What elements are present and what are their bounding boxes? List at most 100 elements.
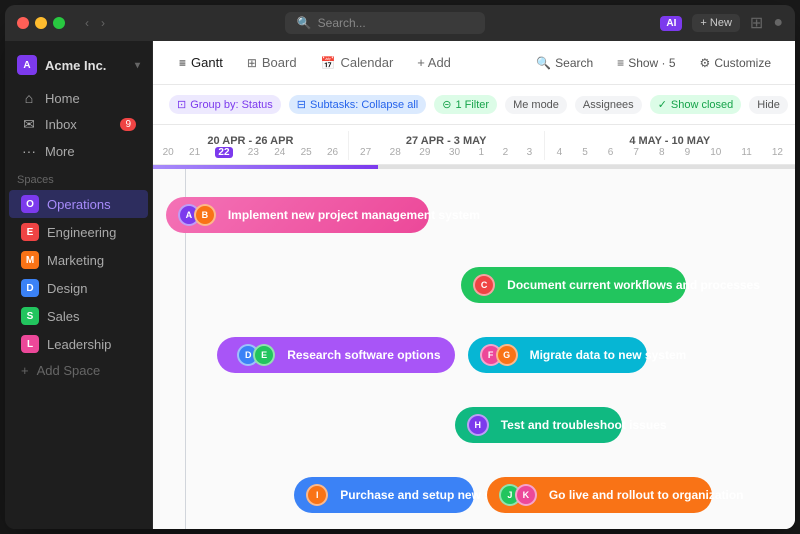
avatar: E [253, 344, 275, 366]
space-label: Design [47, 281, 87, 296]
show-closed-chip[interactable]: ✓ Show closed [650, 95, 742, 114]
gantt-bar-6[interactable]: I Purchase and setup new software [294, 477, 474, 513]
group-by-label: Group by: Status [190, 99, 273, 111]
tab-gantt-label: Gantt [191, 55, 223, 70]
filter-bar: ⊡ Group by: Status ⊟ Subtasks: Collapse … [153, 85, 795, 125]
search-icon: 🔍 [297, 16, 312, 30]
avatar: H [467, 414, 489, 436]
search-button[interactable]: 🔍 Search [528, 52, 601, 74]
subtasks-chip[interactable]: ⊟ Subtasks: Collapse all [289, 95, 426, 114]
bar-avatars: H [467, 414, 489, 436]
nav-arrows: ‹ › [81, 14, 109, 32]
tab-calendar-label: Calendar [341, 55, 394, 70]
customize-label: Customize [714, 56, 771, 70]
grid-icon[interactable]: ⊞ [750, 13, 763, 33]
sidebar-item-marketing[interactable]: M Marketing [9, 246, 148, 274]
gantt-bar-1[interactable]: A B Implement new project management sys… [166, 197, 429, 233]
tab-board-label: Board [262, 55, 297, 70]
bar-avatars: A B [178, 204, 216, 226]
space-label: Marketing [47, 253, 104, 268]
minimize-button[interactable] [35, 17, 47, 29]
tab-add[interactable]: + Add [407, 50, 461, 75]
titlebar-search-box[interactable]: 🔍 Search... [285, 12, 485, 34]
user-icon[interactable]: ● [773, 14, 783, 32]
bar-label: Migrate data to new system [530, 348, 687, 362]
group-by-chip[interactable]: ⊡ Group by: Status [169, 95, 281, 114]
day-num: 8 [659, 147, 665, 158]
filter-chip[interactable]: ⊝ 1 Filter [434, 95, 497, 114]
maximize-button[interactable] [53, 17, 65, 29]
app-body: A Acme Inc. ▾ ⌂ Home ✉ Inbox 9 ··· More … [5, 41, 795, 529]
new-button[interactable]: + New [692, 14, 740, 32]
gantt-bar-4[interactable]: F G Migrate data to new system [468, 337, 648, 373]
sidebar-item-design[interactable]: D Design [9, 274, 148, 302]
me-mode-label: Me mode [513, 99, 559, 111]
avatar: B [194, 204, 216, 226]
titlebar-search-label: Search... [318, 16, 366, 30]
hide-chip[interactable]: Hide [749, 96, 788, 114]
show-label: Show · 5 [628, 56, 675, 70]
more-icon: ··· [21, 143, 37, 159]
day-num: 27 [360, 147, 371, 158]
bar-avatars: I [306, 484, 328, 506]
board-icon: ⊞ [247, 56, 257, 70]
logo-icon: A [17, 55, 37, 75]
back-button[interactable]: ‹ [81, 14, 93, 32]
space-dot-design: D [21, 279, 39, 297]
sidebar-logo[interactable]: A Acme Inc. ▾ [5, 49, 152, 85]
add-space-label: Add Space [37, 363, 101, 378]
titlebar-right: AI + New ⊞ ● [660, 13, 783, 33]
toolbar-right: 🔍 Search ≡ Show · 5 ⚙ Customize [528, 52, 779, 74]
day-num: 6 [608, 147, 614, 158]
day-num: 21 [189, 147, 200, 158]
customize-button[interactable]: ⚙ Customize [692, 52, 779, 74]
gantt-canvas: A B Implement new project management sys… [153, 169, 795, 529]
calendar-icon: 📅 [321, 56, 336, 70]
gantt-bar-3[interactable]: D E Research software options [217, 337, 455, 373]
tab-gantt[interactable]: ≡ Gantt [169, 50, 233, 75]
day-num: 2 [503, 147, 509, 158]
sidebar: A Acme Inc. ▾ ⌂ Home ✉ Inbox 9 ··· More … [5, 41, 153, 529]
day-num: 23 [248, 147, 259, 158]
space-label: Sales [47, 309, 80, 324]
sidebar-item-sales[interactable]: S Sales [9, 302, 148, 330]
date-group-3-label: 4 MAY - 10 MAY [545, 135, 795, 147]
sidebar-item-leadership[interactable]: L Leadership [9, 330, 148, 358]
sidebar-item-label: Inbox [45, 117, 77, 132]
assignees-label: Assignees [583, 99, 634, 111]
plus-icon: + [21, 363, 29, 378]
gantt-date-header: 20 APR - 26 APR 20 21 22 23 24 25 26 [153, 125, 795, 165]
gantt-bar-7[interactable]: J K Go live and rollout to organization [487, 477, 712, 513]
sidebar-item-operations[interactable]: O Operations [9, 190, 148, 218]
forward-button[interactable]: › [97, 14, 109, 32]
filter-label: 1 Filter [455, 99, 489, 111]
app-window: ‹ › 🔍 Search... AI + New ⊞ ● A Acme Inc.… [5, 5, 795, 529]
space-dot-operations: O [21, 195, 39, 213]
space-dot-engineering: E [21, 223, 39, 241]
company-name: Acme Inc. [45, 58, 106, 73]
assignees-chip[interactable]: Assignees [575, 96, 642, 114]
day-num: 11 [741, 147, 751, 158]
sidebar-item-home[interactable]: ⌂ Home [9, 85, 148, 111]
tab-board[interactable]: ⊞ Board [237, 50, 307, 75]
tab-calendar[interactable]: 📅 Calendar [311, 50, 404, 75]
close-button[interactable] [17, 17, 29, 29]
ai-badge: AI [660, 16, 682, 31]
gantt-bar-2[interactable]: C Document current workflows and process… [461, 267, 686, 303]
gantt-bar-5[interactable]: H Test and troubleshoot issues [455, 407, 622, 443]
avatar: C [473, 274, 495, 296]
sidebar-item-engineering[interactable]: E Engineering [9, 218, 148, 246]
avatar: I [306, 484, 328, 506]
subtasks-label: Subtasks: Collapse all [310, 99, 418, 111]
today-marker: 22 [215, 147, 232, 158]
subtasks-icon: ⊟ [297, 98, 306, 111]
me-mode-chip[interactable]: Me mode [505, 96, 567, 114]
bar-avatars: F G [480, 344, 518, 366]
day-num: 30 [449, 147, 460, 158]
sidebar-item-inbox[interactable]: ✉ Inbox 9 [9, 111, 148, 138]
add-space-button[interactable]: + Add Space [9, 358, 148, 383]
sidebar-item-more[interactable]: ··· More [9, 138, 148, 164]
space-label: Leadership [47, 337, 111, 352]
show-button[interactable]: ≡ Show · 5 [609, 52, 683, 74]
home-icon: ⌂ [21, 90, 37, 106]
